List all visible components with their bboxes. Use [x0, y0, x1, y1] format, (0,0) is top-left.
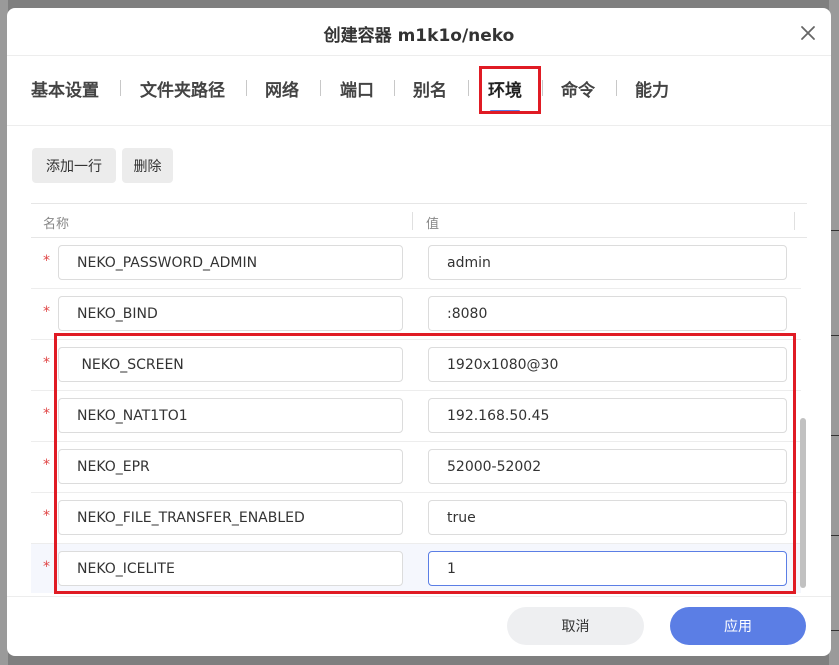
tab-label: 网络	[265, 81, 299, 101]
create-container-dialog: 创建容器 m1k1o/neko 基本设置 文件夹路径 网络 端口 别名 环境 命…	[7, 8, 831, 656]
delete-button[interactable]: 删除	[122, 148, 173, 183]
tab-label: 文件夹路径	[140, 81, 225, 101]
tab-ports[interactable]: 端口	[340, 76, 374, 106]
tab-capabilities[interactable]: 能力	[635, 76, 669, 106]
env-value-input[interactable]	[428, 296, 787, 331]
table-scrollbar[interactable]	[800, 238, 807, 593]
apply-button[interactable]: 应用	[670, 607, 806, 645]
tab-bar: 基本设置 文件夹路径 网络 端口 别名 环境 命令 能力	[7, 66, 831, 126]
required-mark: *	[43, 253, 50, 269]
tab-folder-paths[interactable]: 文件夹路径	[140, 76, 225, 106]
column-divider	[794, 212, 795, 230]
column-header-name: 名称	[43, 217, 70, 232]
scrollbar-thumb[interactable]	[800, 418, 806, 588]
annotation-highlight-rows	[54, 333, 796, 594]
add-row-button[interactable]: 添加一行	[32, 148, 116, 183]
tab-label: 端口	[340, 81, 374, 101]
tab-separator	[542, 80, 543, 96]
cancel-button[interactable]: 取消	[507, 607, 644, 645]
dialog-header: 创建容器 m1k1o/neko	[7, 8, 831, 56]
tab-separator	[120, 80, 121, 96]
table-row: *	[31, 238, 801, 289]
required-mark: *	[43, 355, 50, 371]
tab-label: 基本设置	[31, 81, 99, 101]
tab-separator	[394, 80, 395, 96]
required-mark: *	[43, 508, 50, 524]
column-divider	[412, 212, 413, 230]
tab-separator	[320, 80, 321, 96]
tab-separator	[246, 80, 247, 96]
required-mark: *	[43, 304, 50, 320]
env-name-input[interactable]	[58, 245, 403, 280]
env-name-input[interactable]	[58, 296, 403, 331]
tab-label: 能力	[635, 81, 669, 101]
required-mark: *	[43, 457, 50, 473]
tab-separator	[616, 80, 617, 96]
column-header-value: 值	[426, 217, 440, 232]
tab-separator	[468, 80, 469, 96]
table-header: 名称 值	[31, 204, 807, 238]
required-mark: *	[43, 406, 50, 422]
annotation-highlight-tab	[479, 66, 541, 114]
close-button[interactable]	[799, 24, 817, 42]
tab-network[interactable]: 网络	[265, 76, 299, 106]
dialog-footer: 取消 应用	[7, 596, 831, 656]
tab-label: 命令	[561, 81, 595, 101]
tab-aliases[interactable]: 别名	[413, 76, 447, 106]
close-icon	[801, 26, 815, 40]
tab-basic-settings[interactable]: 基本设置	[31, 76, 99, 106]
tab-command[interactable]: 命令	[561, 76, 595, 106]
dialog-title: 创建容器 m1k1o/neko	[323, 26, 515, 46]
tab-label: 别名	[413, 81, 447, 101]
required-mark: *	[43, 559, 50, 575]
env-value-input[interactable]	[428, 245, 787, 280]
